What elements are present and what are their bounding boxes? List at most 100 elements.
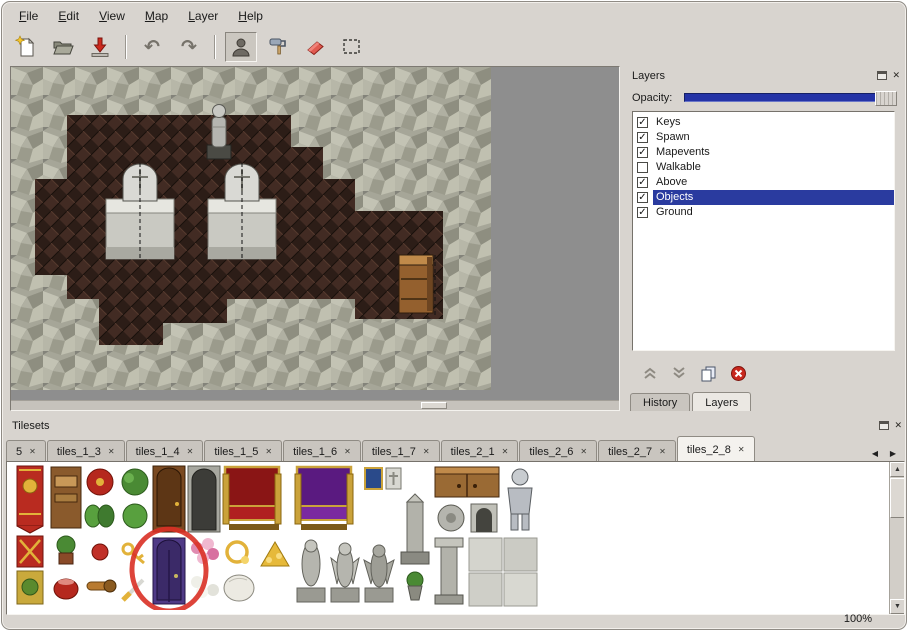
tile-crypt-arch[interactable]	[471, 504, 497, 532]
layer-visibility-checkbox[interactable]: ✓	[637, 177, 648, 188]
tile-bush-2[interactable]	[123, 504, 147, 528]
tile-cross-plaque[interactable]	[386, 468, 401, 489]
panel-close-icon[interactable]: ✕	[892, 70, 900, 80]
layer-row-keys[interactable]: ✓ Keys	[633, 115, 894, 130]
layer-visibility-checkbox[interactable]: ✓	[637, 147, 648, 158]
select-tool-button[interactable]	[336, 32, 368, 62]
save-file-button[interactable]	[84, 32, 116, 62]
tile-angel-statue[interactable]	[331, 543, 359, 602]
layer-visibility-checkbox[interactable]: ✓	[637, 132, 648, 143]
scroll-down-icon[interactable]: ▼	[890, 599, 905, 614]
tile-gray-door[interactable]	[188, 466, 220, 532]
tab-close-icon[interactable]: ✕	[659, 447, 666, 456]
tile-picture-frame[interactable]	[365, 468, 382, 489]
tile-red-banner[interactable]	[17, 536, 43, 567]
tileset-tab[interactable]: tiles_2_6 ✕	[519, 440, 597, 462]
tileset-tab-active[interactable]: tiles_2_8 ✕	[677, 436, 755, 462]
tab-scroll-right-icon[interactable]: ▶	[885, 444, 901, 462]
map-hscroll-thumb[interactable]	[421, 402, 447, 409]
duplicate-layer-icon[interactable]	[700, 365, 717, 382]
tileset-tab[interactable]: tiles_1_5 ✕	[204, 440, 282, 462]
layer-visibility-checkbox[interactable]	[637, 162, 648, 173]
move-layer-down-icon[interactable]	[671, 366, 687, 380]
tile-red-ball[interactable]	[92, 544, 108, 560]
tileset-tab[interactable]: tiles_1_7 ✕	[362, 440, 440, 462]
tab-close-icon[interactable]: ✕	[108, 447, 115, 456]
menu-map[interactable]: Map	[136, 7, 177, 26]
opacity-slider[interactable]	[684, 93, 897, 102]
tile-gargoyle-statue[interactable]	[364, 545, 394, 602]
tile-potted-plant[interactable]	[57, 536, 75, 564]
panel-close-icon[interactable]: ✕	[894, 420, 902, 430]
layer-row-above[interactable]: ✓ Above	[633, 175, 894, 190]
tile-stone-blocks[interactable]	[469, 538, 537, 606]
tile-purple-throne[interactable]	[295, 467, 353, 530]
tab-close-icon[interactable]: ✕	[29, 447, 36, 456]
tile-white-boulder[interactable]	[224, 575, 254, 601]
layer-row-mapevents[interactable]: ✓ Mapevents	[633, 145, 894, 160]
menu-help[interactable]: Help	[229, 7, 272, 26]
tab-close-icon[interactable]: ✕	[344, 447, 351, 456]
redo-button[interactable]: ↷	[173, 32, 205, 62]
tile-plants[interactable]	[85, 505, 114, 527]
tab-layers[interactable]: Layers	[692, 392, 751, 411]
map-horizontal-scrollbar[interactable]	[11, 400, 619, 410]
tile-red-pot[interactable]	[54, 579, 78, 599]
layer-row-objects[interactable]: ✓ Objects	[633, 190, 894, 205]
tileset-tab[interactable]: tiles_2_7 ✕	[598, 440, 676, 462]
undo-button[interactable]: ↶	[136, 32, 168, 62]
tab-close-icon[interactable]: ✕	[265, 447, 272, 456]
tile-purple-door[interactable]	[153, 538, 185, 604]
tab-close-icon[interactable]: ✕	[187, 447, 194, 456]
menu-edit[interactable]: Edit	[49, 7, 88, 26]
tile-plant-vase[interactable]	[407, 572, 423, 600]
tile-gold-chain[interactable]	[227, 542, 249, 564]
tile-red-cushion[interactable]	[87, 469, 113, 495]
menu-layer[interactable]: Layer	[179, 7, 227, 26]
fill-tool-button[interactable]	[262, 32, 294, 62]
tile-club[interactable]	[87, 580, 116, 592]
layer-row-ground[interactable]: ✓ Ground	[633, 205, 894, 220]
tab-close-icon[interactable]: ✕	[738, 445, 745, 454]
map-canvas[interactable]	[11, 67, 491, 390]
tileset-tab[interactable]: tiles_2_1 ✕	[441, 440, 519, 462]
tile-wooden-dresser[interactable]	[435, 467, 499, 497]
tile-brown-door[interactable]	[153, 466, 185, 532]
tab-close-icon[interactable]: ✕	[423, 447, 430, 456]
tile-pillar[interactable]	[435, 538, 463, 604]
tile-gold-pile[interactable]	[261, 542, 289, 566]
tileset-tab[interactable]: 5 ✕	[6, 440, 46, 462]
tile-wooden-loom[interactable]	[51, 467, 81, 528]
menu-file[interactable]: File	[10, 7, 47, 26]
tileset-tab[interactable]: tiles_1_3 ✕	[47, 440, 125, 462]
new-file-button[interactable]	[10, 32, 42, 62]
panel-float-icon[interactable]	[879, 421, 889, 430]
layer-visibility-checkbox[interactable]: ✓	[637, 207, 648, 218]
eraser-tool-button[interactable]	[299, 32, 331, 62]
delete-layer-icon[interactable]	[730, 365, 747, 382]
tab-close-icon[interactable]: ✕	[580, 447, 587, 456]
tab-scroll-left-icon[interactable]: ◀	[867, 444, 883, 462]
tile-obelisk[interactable]	[401, 494, 429, 564]
scroll-up-icon[interactable]: ▲	[890, 462, 905, 477]
stamp-tool-button[interactable]	[225, 32, 257, 62]
tile-red-throne[interactable]	[223, 467, 281, 530]
tileset-tab[interactable]: tiles_1_6 ✕	[283, 440, 361, 462]
tile-round-shield[interactable]	[438, 505, 464, 531]
opacity-slider-handle[interactable]	[875, 91, 897, 106]
move-layer-up-icon[interactable]	[642, 366, 658, 380]
tile-silver-armor[interactable]	[508, 469, 532, 530]
tile-gold-banner[interactable]	[17, 571, 43, 604]
tileset-grid[interactable]	[11, 464, 541, 610]
tab-close-icon[interactable]: ✕	[502, 447, 509, 456]
tileset-vertical-scrollbar[interactable]: ▲ ▼	[889, 462, 904, 614]
layer-visibility-checkbox[interactable]: ✓	[637, 192, 648, 203]
open-file-button[interactable]	[47, 32, 79, 62]
layer-visibility-checkbox[interactable]: ✓	[637, 117, 648, 128]
tile-bush[interactable]	[122, 469, 148, 495]
tile-red-banner-tall[interactable]	[17, 466, 43, 533]
layer-row-walkable[interactable]: Walkable	[633, 160, 894, 175]
tileset-tab[interactable]: tiles_1_4 ✕	[126, 440, 204, 462]
panel-float-icon[interactable]	[877, 71, 887, 80]
layer-row-spawn[interactable]: ✓ Spawn	[633, 130, 894, 145]
